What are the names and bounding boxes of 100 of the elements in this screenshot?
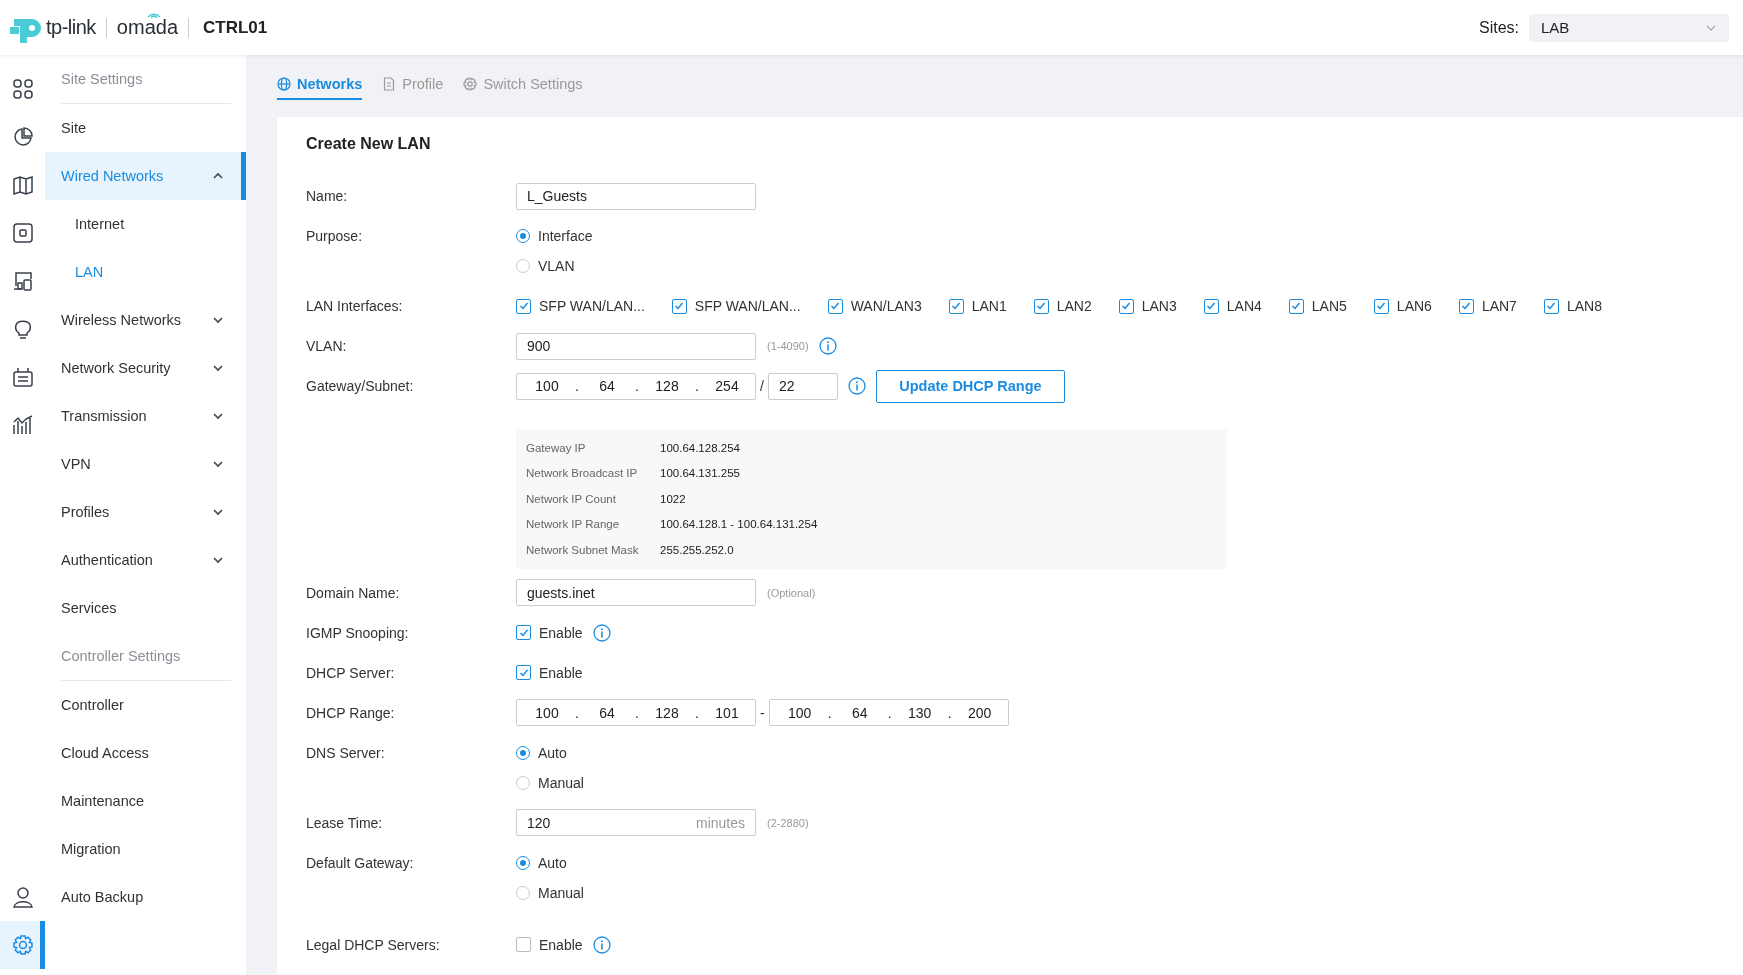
summary-value: 255.255.252.0 xyxy=(660,543,734,556)
lease-time-field[interactable]: 120 minutes xyxy=(516,809,756,836)
sidebar-item[interactable]: Profiles xyxy=(45,488,246,536)
field-label: Legal DHCP Servers: xyxy=(306,935,441,955)
gear-icon xyxy=(463,77,478,91)
bar-chart-icon[interactable] xyxy=(11,414,34,436)
text-field[interactable]: 900 xyxy=(516,332,756,360)
checkbox[interactable] xyxy=(1543,298,1559,314)
info-icon[interactable] xyxy=(847,377,866,395)
sidebar-item[interactable]: VPN xyxy=(45,440,246,488)
summary-value: 100.64.128.254 xyxy=(660,441,740,454)
option-label: LAN3 xyxy=(1141,298,1177,314)
chevron-down-icon xyxy=(1705,23,1717,32)
hint-text: (Optional) xyxy=(767,586,816,599)
summary-value: 100.64.131.255 xyxy=(660,467,740,480)
info-icon[interactable] xyxy=(592,935,611,954)
summary-value: 100.64.128.1 - 100.64.131.254 xyxy=(660,518,818,531)
option-label: Manual xyxy=(538,774,584,791)
calendar-icon[interactable] xyxy=(11,366,34,388)
checkbox[interactable] xyxy=(1033,298,1049,314)
checkbox[interactable] xyxy=(516,665,531,680)
checkmark-icon xyxy=(1205,300,1218,312)
option-label: Enable xyxy=(539,936,583,953)
checkbox[interactable] xyxy=(948,298,964,314)
sidebar-item[interactable]: Cloud Access xyxy=(45,729,246,777)
dot-separator: . xyxy=(574,378,580,394)
checkbox[interactable] xyxy=(1373,298,1389,314)
site-select[interactable]: LAB xyxy=(1529,13,1729,42)
ip-octet: 200 xyxy=(967,704,993,721)
summary-label: Network IP Count xyxy=(526,492,617,505)
checkbox[interactable] xyxy=(1118,298,1134,314)
info-icon[interactable] xyxy=(818,337,837,355)
pie-chart-icon[interactable] xyxy=(11,126,34,148)
ip-octet: 128 xyxy=(654,378,680,394)
devices-icon[interactable] xyxy=(11,270,34,292)
option-label: SFP WAN/LAN... xyxy=(694,298,801,314)
checkbox[interactable] xyxy=(516,298,531,314)
map-icon[interactable] xyxy=(11,174,34,196)
field-label: Gateway/Subnet: xyxy=(306,377,415,396)
sidebar-subitem[interactable]: LAN xyxy=(45,248,246,296)
brand-name: tp-link xyxy=(46,16,96,39)
field-label: Domain Name: xyxy=(306,583,401,603)
ip-address-field[interactable]: 100 . 64 . 128 . 254 xyxy=(516,372,756,400)
section-heading: Controller Settings xyxy=(61,632,231,681)
checkmark-icon xyxy=(1035,300,1048,312)
sidebar-item[interactable]: Auto Backup xyxy=(45,873,246,921)
ip-octet: 64 xyxy=(598,378,616,394)
dot-separator: . xyxy=(946,704,953,721)
ip-address-field[interactable]: 100 . 64 . 128 . 101 xyxy=(516,699,756,726)
ip-octet: 254 xyxy=(714,378,740,394)
checkbox[interactable] xyxy=(516,937,531,952)
field-label: LAN Interfaces: xyxy=(306,297,404,316)
sidebar-item[interactable]: Authentication xyxy=(45,536,246,584)
product-name: omada xyxy=(116,16,178,38)
checkbox[interactable] xyxy=(671,298,687,314)
option-label: Auto xyxy=(538,744,567,761)
text-field[interactable]: L_Guests xyxy=(516,182,756,210)
sidebar-item[interactable]: Network Security xyxy=(45,344,246,392)
checkbox[interactable] xyxy=(1203,298,1219,314)
text-field[interactable]: guests.inet xyxy=(516,579,756,606)
ip-octet: 100 xyxy=(534,704,560,721)
sidebar-item[interactable]: Services xyxy=(45,584,246,632)
option-label: WAN/LAN3 xyxy=(850,298,922,314)
sidebar-subitem[interactable]: Internet xyxy=(45,200,246,248)
sidebar-item[interactable]: Transmission xyxy=(45,392,246,440)
user-icon[interactable] xyxy=(11,886,34,908)
option-label: Enable xyxy=(539,664,583,681)
dot-separator: . xyxy=(634,704,640,721)
apps-icon[interactable] xyxy=(11,78,34,100)
sites-label: Sites: xyxy=(1479,18,1519,37)
sidebar-item[interactable]: Site xyxy=(45,104,246,152)
sidebar-item[interactable]: Maintenance xyxy=(45,777,246,825)
field-label: Lease Time: xyxy=(306,813,384,833)
checkbox[interactable] xyxy=(827,298,843,314)
checkmark-icon xyxy=(950,300,963,312)
field-label: DHCP Range: xyxy=(306,703,396,723)
option-label: LAN4 xyxy=(1226,298,1262,314)
ip-octet: 101 xyxy=(714,704,740,721)
checkbox[interactable] xyxy=(516,625,531,640)
option-label: LAN6 xyxy=(1396,298,1432,314)
checkmark-icon xyxy=(1545,300,1558,312)
ip-address-field[interactable]: 100 . 64 . 130 . 200 xyxy=(768,699,1009,726)
sidebar-item[interactable]: Wireless Networks xyxy=(45,296,246,344)
mask-field[interactable]: 22 xyxy=(767,372,838,400)
info-icon[interactable] xyxy=(592,623,611,642)
settings-icon[interactable] xyxy=(11,934,34,956)
checkbox[interactable] xyxy=(1458,298,1474,314)
device-icon[interactable] xyxy=(11,222,34,244)
controller-name: CTRL01 xyxy=(203,17,268,38)
sidebar-item[interactable]: Migration xyxy=(45,825,246,873)
update-dhcp-range-button[interactable]: Update DHCP Range xyxy=(875,369,1065,403)
field-label: Purpose: xyxy=(306,227,364,246)
option-label: LAN5 xyxy=(1311,298,1347,314)
ip-octet: 64 xyxy=(598,704,616,721)
slash-separator: / xyxy=(760,378,764,394)
checkbox[interactable] xyxy=(1288,298,1304,314)
summary-label: Gateway IP xyxy=(526,441,587,454)
hint-text: (2-2880) xyxy=(767,816,809,829)
dot-separator: . xyxy=(694,704,700,721)
sidebar-item[interactable]: Controller xyxy=(45,681,246,729)
